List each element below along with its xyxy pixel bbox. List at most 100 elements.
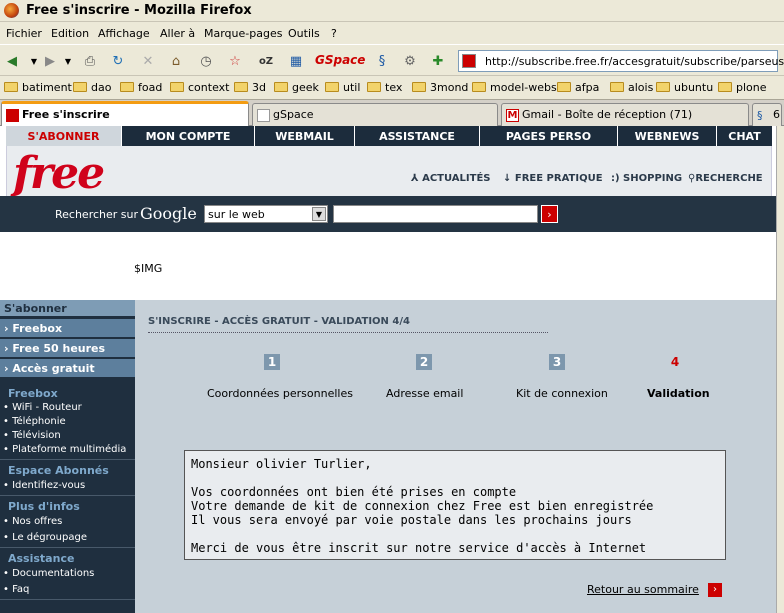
gallery-icon[interactable]: ▦ bbox=[286, 51, 306, 71]
sidebar-link[interactable]: • Faq bbox=[3, 584, 29, 595]
nav-mon-compte[interactable]: MON COMPTE bbox=[122, 126, 255, 146]
search-go-button[interactable]: › bbox=[541, 205, 558, 223]
bookmark-folder[interactable]: geek bbox=[274, 81, 319, 94]
link-free-pratique[interactable]: ↓ FREE PRATIQUE bbox=[503, 173, 603, 184]
bookmark-folder[interactable]: context bbox=[170, 81, 229, 94]
menu-help[interactable]: ? bbox=[331, 27, 337, 40]
sidebar-item-acces-gratuit[interactable]: › Accès gratuit bbox=[0, 359, 135, 377]
sidebar-section-freebox: Freebox bbox=[8, 387, 58, 400]
bookmark-folder[interactable]: afpa bbox=[557, 81, 599, 94]
folder-icon bbox=[656, 82, 670, 92]
gmail-icon: M bbox=[506, 109, 519, 122]
step-3-badge: 3 bbox=[549, 354, 565, 370]
sidebar-link[interactable]: • Documentations bbox=[3, 568, 94, 579]
nav-pages-perso[interactable]: PAGES PERSO bbox=[480, 126, 618, 146]
tab-bar: Free s'inscrire gSpace M Gmail - Boîte d… bbox=[0, 100, 784, 127]
tab-gspace[interactable]: gSpace bbox=[252, 103, 498, 126]
free-top-nav: S'ABONNER MON COMPTE WEBMAIL ASSISTANCE … bbox=[6, 126, 772, 146]
bookmark-folder[interactable]: model-webs bbox=[472, 81, 557, 94]
menu-affichage[interactable]: Affichage bbox=[98, 27, 150, 40]
navigation-toolbar: ◀ ▼ ▶ ▼ ⎙ ↻ ✕ ⌂ ◷ ☆ oZ ▦ GSpace § ⚙ ✚ ht… bbox=[0, 44, 784, 76]
tab-extra[interactable]: § 6 bbox=[752, 103, 782, 126]
vertical-scrollbar[interactable] bbox=[776, 126, 784, 613]
nav-webnews[interactable]: WEBNEWS bbox=[618, 126, 717, 146]
sidebar-link[interactable]: • Nos offres bbox=[3, 516, 62, 527]
menu-aller[interactable]: Aller à bbox=[160, 27, 195, 40]
menu-fichier[interactable]: Fichier bbox=[6, 27, 42, 40]
nav-sabonner[interactable]: S'ABONNER bbox=[6, 126, 122, 146]
bookmark-folder[interactable]: plone bbox=[718, 81, 767, 94]
link-actualites[interactable]: ⅄ ACTUALITÉS bbox=[411, 173, 491, 184]
back-to-summary-link[interactable]: Retour au sommaire bbox=[587, 583, 699, 596]
link-shopping[interactable]: :) SHOPPING bbox=[611, 173, 682, 184]
folder-icon bbox=[120, 82, 134, 92]
site-favicon-icon bbox=[462, 54, 476, 68]
menu-marque-pages[interactable]: Marque-pages bbox=[204, 27, 282, 40]
gspace-button[interactable]: GSpace bbox=[315, 53, 365, 67]
bookmark-folder[interactable]: ubuntu bbox=[656, 81, 713, 94]
link-recherche[interactable]: ⚲RECHERCHE bbox=[688, 173, 763, 184]
message-line: Vos coordonnées ont bien été prises en c… bbox=[191, 485, 517, 499]
folder-icon bbox=[274, 82, 288, 92]
window-title: Free s'inscrire - Mozilla Firefox bbox=[26, 3, 252, 18]
folder-icon bbox=[73, 82, 87, 92]
free-logo[interactable]: free bbox=[13, 148, 105, 199]
menu-outils[interactable]: Outils bbox=[288, 27, 320, 40]
confirmation-message: Monsieur olivier Turlier, Vos coordonnée… bbox=[184, 450, 726, 560]
back-icon[interactable]: ◀ bbox=[2, 51, 22, 71]
reload-icon[interactable]: ↻ bbox=[108, 51, 128, 71]
tab-free-sinscrire[interactable]: Free s'inscrire bbox=[1, 101, 249, 127]
bookmark-folder[interactable]: 3mond bbox=[412, 81, 468, 94]
page-title: S'INSCRIRE - ACCÈS GRATUIT - VALIDATION … bbox=[148, 316, 410, 327]
seahorse-icon[interactable]: § bbox=[372, 51, 392, 71]
folder-icon bbox=[718, 82, 732, 92]
sidebar-divider bbox=[0, 599, 135, 600]
bookmark-folder[interactable]: foad bbox=[120, 81, 162, 94]
sidebar-link[interactable]: • Plateforme multimédia bbox=[3, 444, 126, 455]
forward-icon[interactable]: ▶ bbox=[40, 51, 60, 71]
image-placeholder: $IMG bbox=[134, 262, 163, 275]
addon-icon[interactable]: ✚ bbox=[428, 51, 448, 71]
arrow-down-icon: ↓ bbox=[503, 173, 515, 184]
bookmark-folder[interactable]: alois bbox=[610, 81, 653, 94]
sidebar-item-free50[interactable]: › Free 50 heures bbox=[0, 339, 135, 357]
home-icon[interactable]: ⌂ bbox=[166, 51, 186, 71]
bookmark-folder[interactable]: dao bbox=[73, 81, 111, 94]
oz-icon[interactable]: oZ bbox=[256, 51, 276, 71]
nav-webmail[interactable]: WEBMAIL bbox=[255, 126, 355, 146]
folder-icon bbox=[412, 82, 426, 92]
search-bar: Rechercher sur Google sur le web ▼ › bbox=[0, 196, 776, 232]
sidebar-item-freebox[interactable]: › Freebox bbox=[0, 319, 135, 337]
nav-assistance[interactable]: ASSISTANCE bbox=[355, 126, 480, 146]
url-text[interactable]: http://subscribe.free.fr/accesgratuit/su… bbox=[485, 55, 784, 68]
print-icon[interactable]: ⎙ bbox=[80, 51, 100, 71]
stop-icon[interactable]: ✕ bbox=[138, 51, 158, 71]
history-icon[interactable]: ◷ bbox=[196, 51, 216, 71]
step-1-label: Coordonnées personnelles bbox=[207, 387, 353, 400]
message-greeting: Monsieur olivier Turlier, bbox=[191, 457, 372, 471]
forward-dropdown-icon[interactable]: ▼ bbox=[58, 51, 78, 71]
sidebar-section-assistance: Assistance bbox=[8, 552, 75, 565]
sidebar-link[interactable]: • Identifiez-vous bbox=[3, 480, 85, 491]
folder-icon bbox=[325, 82, 339, 92]
nav-chat[interactable]: CHAT bbox=[717, 126, 772, 146]
bookmark-folder[interactable]: batiment bbox=[4, 81, 72, 94]
sidebar-link[interactable]: • Le dégroupage bbox=[3, 532, 87, 543]
settings-gear-icon[interactable]: ⚙ bbox=[400, 51, 420, 71]
search-input[interactable] bbox=[333, 205, 538, 223]
chevron-right-icon[interactable]: › bbox=[708, 583, 722, 597]
url-bar[interactable]: http://subscribe.free.fr/accesgratuit/su… bbox=[458, 50, 784, 72]
bookmark-folder[interactable]: 3d bbox=[234, 81, 266, 94]
step-2-label: Adresse email bbox=[386, 387, 464, 400]
bookmark-star-icon[interactable]: ☆ bbox=[225, 51, 245, 71]
sidebar-link[interactable]: • Télévision bbox=[3, 430, 61, 441]
menu-edition[interactable]: Edition bbox=[51, 27, 89, 40]
search-scope-select[interactable]: sur le web ▼ bbox=[204, 205, 328, 223]
tab-gmail[interactable]: M Gmail - Boîte de réception (71) bbox=[501, 103, 749, 126]
sidebar-link[interactable]: • WiFi - Routeur bbox=[3, 402, 82, 413]
bookmark-folder[interactable]: tex bbox=[367, 81, 402, 94]
bookmark-folder[interactable]: util bbox=[325, 81, 360, 94]
page-icon bbox=[257, 109, 270, 122]
sidebar-link[interactable]: • Téléphonie bbox=[3, 416, 66, 427]
folder-icon bbox=[234, 82, 248, 92]
